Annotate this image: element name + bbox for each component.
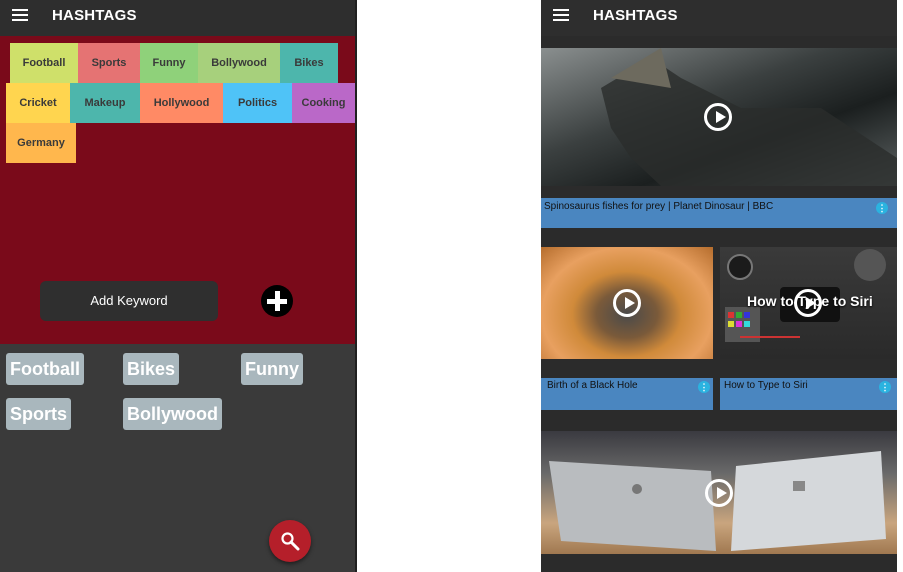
tag-hollywood[interactable]: Hollywood bbox=[140, 83, 223, 123]
info-icon[interactable]: ⋮ bbox=[879, 381, 891, 393]
chip-football[interactable]: Football bbox=[6, 353, 84, 385]
left-screen: HASHTAGS Football Sports Funny Bollywood… bbox=[0, 0, 355, 572]
tag-bikes[interactable]: Bikes bbox=[280, 43, 338, 83]
caption-bar-3: How to Type to Siri ⋮ bbox=[720, 378, 897, 410]
search-fab[interactable] bbox=[269, 520, 311, 562]
video-thumbnail-siri[interactable]: How to Type to Siri bbox=[720, 247, 897, 359]
play-icon bbox=[705, 479, 733, 507]
tag-politics[interactable]: Politics bbox=[223, 83, 292, 123]
add-keyword-button[interactable] bbox=[261, 285, 293, 317]
info-icon[interactable]: ⋮ bbox=[698, 381, 710, 393]
video-thumbnail-dinosaur[interactable] bbox=[541, 48, 897, 186]
tag-funny[interactable]: Funny bbox=[140, 43, 198, 83]
play-icon bbox=[613, 289, 641, 317]
video-title[interactable]: Birth of a Black Hole bbox=[547, 380, 638, 391]
add-keyword-input[interactable]: Add Keyword bbox=[40, 281, 218, 321]
tag-cricket[interactable]: Cricket bbox=[6, 83, 70, 123]
video-thumbnail-blackhole[interactable] bbox=[541, 247, 713, 359]
info-icon[interactable]: ⋮ bbox=[876, 202, 888, 214]
divider bbox=[355, 0, 357, 572]
app-bar: HASHTAGS bbox=[0, 0, 355, 36]
app-title: HASHTAGS bbox=[52, 7, 137, 24]
tag-cooking[interactable]: Cooking bbox=[292, 83, 355, 123]
play-icon bbox=[704, 103, 732, 131]
app-bar-right: HASHTAGS bbox=[541, 0, 897, 36]
video-title[interactable]: How to Type to Siri bbox=[724, 380, 808, 391]
tag-germany[interactable]: Germany bbox=[6, 123, 76, 163]
menu-icon[interactable] bbox=[553, 9, 569, 23]
tag-makeup[interactable]: Makeup bbox=[70, 83, 140, 123]
chip-sports[interactable]: Sports bbox=[6, 398, 72, 430]
video-title[interactable]: Spinosaurus fishes for prey | Planet Din… bbox=[544, 201, 773, 212]
play-icon bbox=[794, 289, 822, 317]
caption-bar-1: Spinosaurus fishes for prey | Planet Din… bbox=[541, 198, 897, 228]
chip-bollywood[interactable]: Bollywood bbox=[123, 398, 222, 430]
plus-icon bbox=[267, 291, 287, 311]
video-thumbnail-laptops[interactable] bbox=[541, 431, 897, 554]
app-title: HASHTAGS bbox=[593, 7, 678, 24]
tag-sports[interactable]: Sports bbox=[78, 43, 140, 83]
search-icon bbox=[281, 532, 300, 551]
tag-bollywood[interactable]: Bollywood bbox=[198, 43, 280, 83]
tag-football[interactable]: Football bbox=[10, 43, 78, 83]
chip-bikes[interactable]: Bikes bbox=[123, 353, 180, 385]
caption-bar-2: Birth of a Black Hole ⋮ bbox=[541, 378, 713, 410]
right-screen: HASHTAGS Spinosaurus fishes for prey | P… bbox=[541, 0, 897, 572]
menu-icon[interactable] bbox=[12, 9, 28, 23]
chip-funny[interactable]: Funny bbox=[241, 353, 303, 385]
